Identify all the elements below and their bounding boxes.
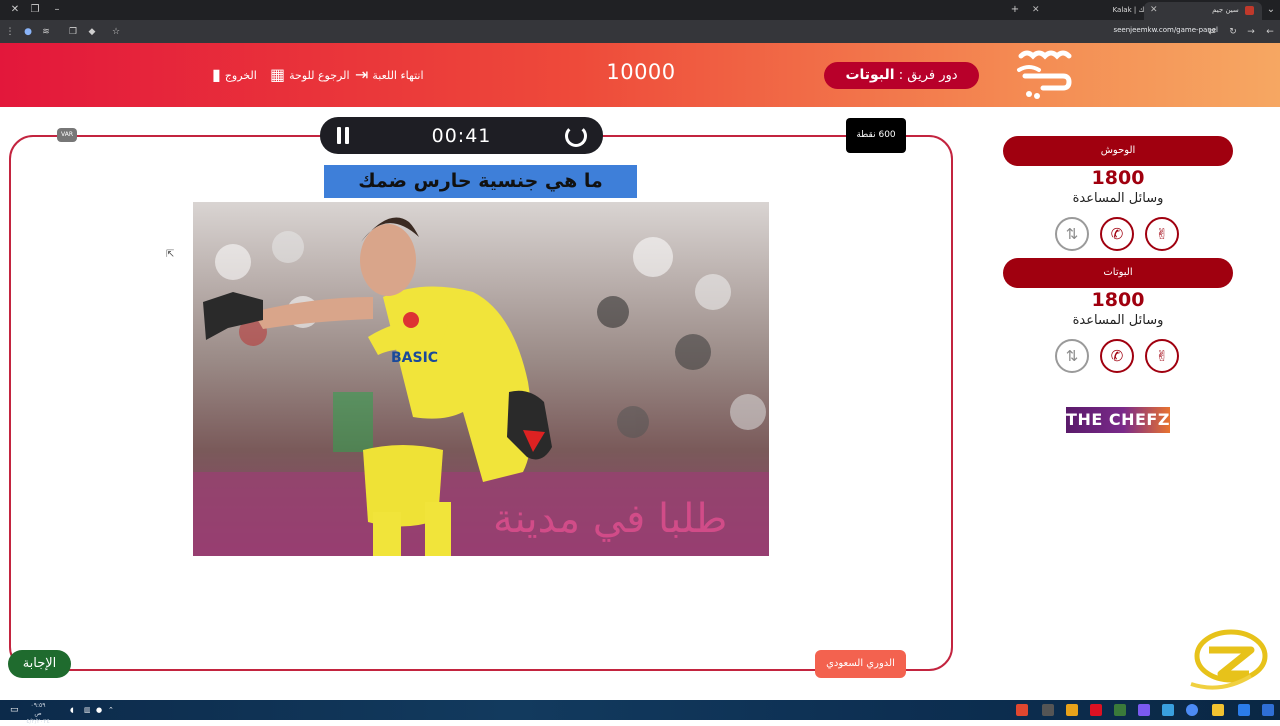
taskbar-clock[interactable]: ٠٩:٥٩ ص ٤/٢/٢٠٢٤ (26, 702, 50, 726)
exit-label: الخروج (224, 68, 257, 82)
address-bar: ⋮ ● ≋ ❐ ◆ ☆ seenjeemkw.com/game-panel ⇄ … (0, 20, 1280, 43)
taskbar-chrome-icon[interactable] (1186, 704, 1198, 716)
notification-icon[interactable]: ▭ (10, 704, 22, 716)
team-1-aids-label: وسائل المساعدة (1072, 191, 1164, 206)
taskbar-app-icon[interactable] (1042, 704, 1054, 716)
clock-time: ٠٩:٥٩ ص (30, 702, 46, 717)
exit-button[interactable]: الخروج ▮ (212, 67, 257, 83)
end-game-button[interactable]: انتهاء اللعبة ⇥ (355, 67, 424, 83)
new-tab-icon[interactable]: + (1008, 4, 1022, 16)
network-icon[interactable]: ▥ (84, 704, 96, 716)
tab-share-icon[interactable]: ❐ (67, 26, 79, 38)
end-game-label: انتهاء اللعبة (372, 68, 424, 82)
board-label: الرجوع للوحة (289, 68, 350, 82)
team-1-swap-question-icon[interactable]: ⇅ (1055, 217, 1089, 251)
seenjeem-logo-mark (1017, 50, 1072, 99)
svg-text:ﻃﻠﺒﺎ ﻓﻲ ﻣﺪﻳﻨﺔ: ﻃﻠﺒﺎ ﻓﻲ ﻣﺪﻳﻨﺔ (493, 496, 727, 542)
reload-icon[interactable]: ↻ (1227, 26, 1239, 38)
question-image: ﻃﻠﺒﺎ ﻓﻲ ﻣﺪﻳﻨﺔ BASIC (193, 202, 769, 556)
team-1-score: 1800 (1091, 167, 1145, 189)
timer-display: 00:41 (431, 125, 492, 147)
team-1-name: الوحوش (1003, 136, 1233, 166)
translate-icon[interactable]: ≋ (40, 26, 52, 38)
sign-out-arrow-icon: ⇥ (355, 65, 369, 84)
menu-dots-icon[interactable]: ⋮ (4, 26, 16, 38)
team-1-call-friend-icon[interactable]: ✆ (1100, 217, 1134, 251)
partner-logo (1187, 626, 1269, 692)
tab-kalak[interactable]: ✕ كلك | Kalak (1026, 2, 1158, 20)
forward-icon[interactable]: → (1245, 26, 1257, 38)
var-badge: VAR (57, 128, 77, 142)
restore-window-icon[interactable]: ❐ (28, 4, 42, 16)
team-2-swap-question-icon[interactable]: ⇅ (1055, 339, 1089, 373)
sponsor-logo: THE CHEFZ (1066, 407, 1170, 433)
os-taskbar: ▭ ٠٩:٥٩ ص ٤/٢/٢٠٢٤ ◖ ▥ ● ⌃ (0, 700, 1280, 725)
taskbar-app-brave-icon[interactable] (1016, 704, 1028, 716)
taskbar-app-icon[interactable] (1138, 704, 1150, 716)
close-tab-icon[interactable]: ✕ (1032, 2, 1040, 19)
svg-text:BASIC: BASIC (391, 350, 438, 366)
bookmark-star-icon[interactable]: ☆ (110, 26, 122, 38)
close-tab-icon[interactable]: ✕ (1150, 2, 1158, 19)
taskbar-app-icon[interactable] (1090, 704, 1102, 716)
volume-icon[interactable]: ◖ (70, 704, 82, 716)
partner-logo-mark (1190, 629, 1268, 690)
close-window-icon[interactable]: ✕ (8, 4, 22, 16)
site-favicon-icon (1245, 5, 1254, 15)
exit-door-icon: ▮ (212, 65, 221, 84)
taskbar-app-icon[interactable] (1238, 704, 1250, 716)
browser-tab-strip: ✕ ❐ – + ✕ كلك | Kalak ✕ سين جيم ⌄ (0, 0, 1280, 20)
current-turn-badge: دور فريق : البوتات (824, 62, 979, 89)
taskbar-app-icon[interactable] (1162, 704, 1174, 716)
site-settings-icon[interactable]: ⇄ (1206, 26, 1218, 38)
total-score: 10000 (606, 60, 676, 84)
mouse-cursor-icon: ⇱ (166, 249, 175, 260)
tab-seenjeem[interactable]: ✕ سين جيم (1144, 2, 1262, 20)
team-1-double-points-icon[interactable]: ✌ (1145, 217, 1179, 251)
extension-icon[interactable]: ● (22, 26, 34, 38)
team-2-name: البوتات (1003, 258, 1233, 288)
taskbar-app-icon[interactable] (1114, 704, 1126, 716)
question-text: ما هي جنسية حارس ضمك فلورين نيتا؟ (324, 165, 637, 225)
grid-icon: ▦ (270, 65, 286, 84)
category-badge: الدوري السعودي (815, 650, 906, 678)
tab-title: سين جيم (1212, 6, 1239, 14)
back-to-board-button[interactable]: الرجوع للوحة ▦ (270, 67, 350, 83)
tab-search-icon[interactable]: ⌄ (1264, 4, 1278, 16)
taskbar-app-icon[interactable] (1066, 704, 1078, 716)
minimize-window-icon[interactable]: – (50, 4, 64, 16)
goalkeeper-photo: ﻃﻠﺒﺎ ﻓﻲ ﻣﺪﻳﻨﺔ BASIC (193, 202, 769, 556)
timer-bar: 00:41 (320, 117, 603, 154)
seenjeem-logo (1015, 48, 1073, 102)
tray-chevron-icon[interactable]: ⌃ (108, 704, 120, 716)
game-header: الخروج ▮ الرجوع للوحة ▦ انتهاء اللعبة ⇥ … (0, 43, 1280, 107)
team-2-call-friend-icon[interactable]: ✆ (1100, 339, 1134, 373)
reset-timer-icon[interactable] (565, 125, 587, 147)
back-icon[interactable]: ← (1264, 26, 1276, 38)
answer-button[interactable]: الإجابة (8, 650, 71, 678)
extension-puzzle-icon[interactable]: ◆ (86, 26, 98, 38)
clock-date: ٤/٢/٢٠٢٤ (26, 718, 50, 725)
microphone-icon[interactable]: ● (96, 704, 108, 716)
points-badge: 600 نقطة (846, 118, 906, 153)
team-2-aids-label: وسائل المساعدة (1072, 313, 1164, 328)
start-button-icon[interactable] (1262, 704, 1274, 716)
turn-team-name: البوتات (845, 67, 895, 83)
team-2-double-points-icon[interactable]: ✌ (1145, 339, 1179, 373)
url-field[interactable]: seenjeemkw.com/game-panel (1113, 26, 1218, 34)
taskbar-explorer-icon[interactable] (1212, 704, 1224, 716)
turn-prefix: دور فريق : (898, 68, 958, 83)
team-2-score: 1800 (1091, 289, 1145, 311)
